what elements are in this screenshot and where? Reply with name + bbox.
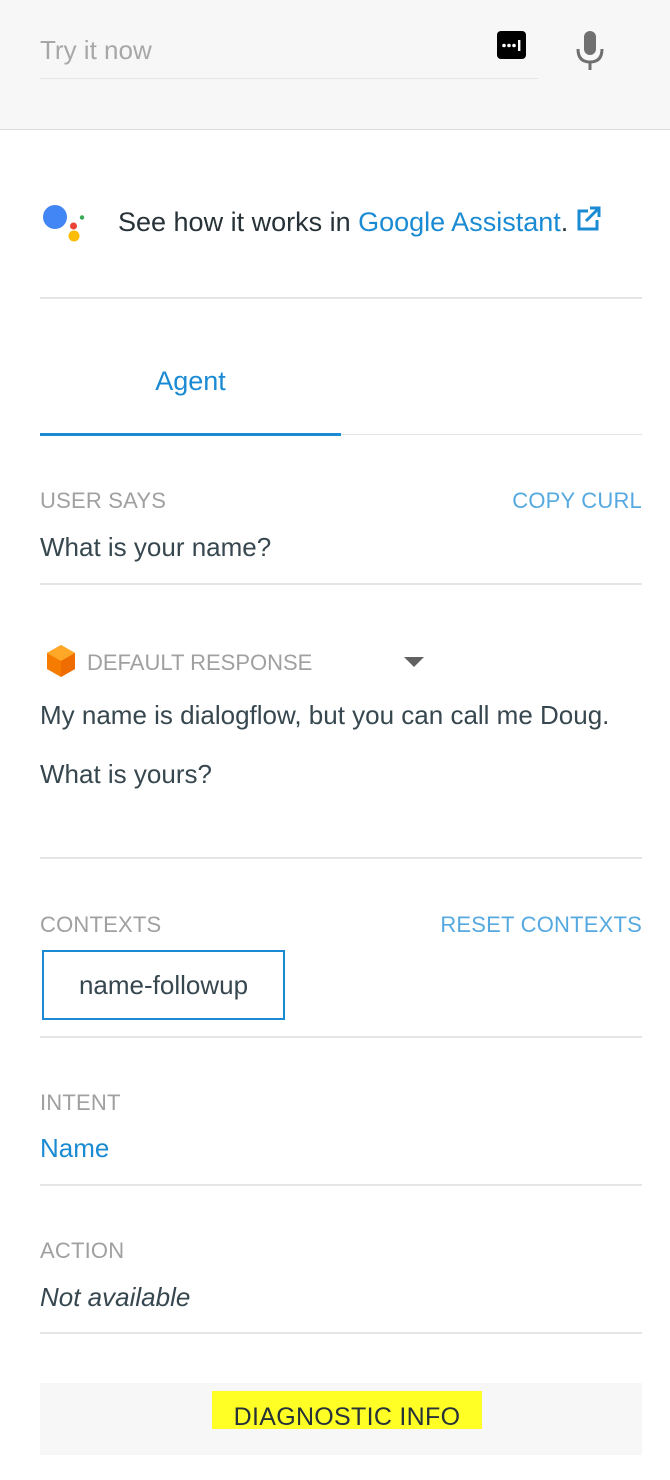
tab-agent[interactable]: Agent [40,340,341,436]
divider [40,583,642,585]
response-line-1: My name is dialogflow, but you can call … [40,700,610,730]
intent-name-link[interactable]: Name [40,1133,109,1164]
promo-lead-text: See how it works in [118,207,359,237]
google-assistant-promo: See how it works in Google Assistant. [40,190,642,250]
contexts-label: CONTEXTS [40,912,162,937]
assistant-promo-text: See how it works in Google Assistant. [118,205,602,238]
action-value: Not available [40,1282,191,1312]
action-label: ACTION [40,1238,125,1263]
user-says-value: What is your name? [40,532,272,562]
default-response-label: DEFAULT RESPONSE [87,650,313,675]
active-tab-indicator [40,433,341,436]
diagnostic-info-button[interactable]: DIAGNOSTIC INFO [40,1383,642,1455]
reset-contexts-button[interactable]: RESET CONTEXTS [440,912,642,938]
divider [40,1184,642,1186]
response-line-2: What is yours? [40,759,212,789]
microphone-icon[interactable] [572,28,608,74]
external-link-icon[interactable] [574,205,602,233]
promo-suffix: . [560,207,569,237]
context-chip[interactable]: name-followup [42,950,285,1020]
user-says-label: USER SAYS [40,488,167,513]
divider [40,1036,642,1038]
intent-label: INTENT [40,1090,121,1115]
divider [40,297,642,299]
response-cube-icon [46,644,76,678]
divider [40,1332,642,1334]
input-underline [40,78,538,79]
diagnostic-info-label: DIAGNOSTIC INFO [212,1391,482,1430]
keyboard-icon[interactable] [497,31,526,59]
google-assistant-link[interactable]: Google Assistant [358,207,561,237]
divider [40,857,642,859]
try-it-now-bar [0,0,670,130]
copy-curl-button[interactable]: COPY CURL [512,488,642,514]
caret-down-icon[interactable] [404,657,424,667]
google-assistant-icon [40,200,88,248]
tab-agent-label: Agent [155,366,226,396]
try-it-now-input[interactable] [40,30,500,70]
